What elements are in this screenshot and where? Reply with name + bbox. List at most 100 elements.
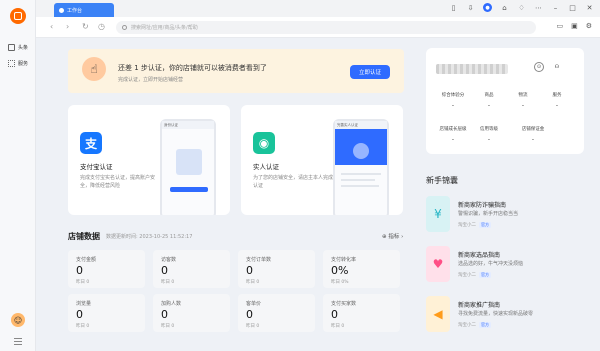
newspaper-icon bbox=[8, 44, 15, 51]
guide-item-title: 新商家选品指南 bbox=[458, 252, 501, 259]
sidebar-item-services[interactable]: 服务 bbox=[8, 60, 28, 67]
tab-workbench[interactable]: 工作台 bbox=[54, 3, 114, 17]
address-actions: ▭ ▣ ⚙ bbox=[556, 22, 592, 30]
guide-item-desc: 警惕识骗，新手开店稳当当 bbox=[458, 211, 519, 217]
refresh-icon[interactable]: ↻ bbox=[82, 22, 89, 31]
score-value: - bbox=[451, 102, 455, 109]
stat-compare: 昨日 0% bbox=[331, 280, 349, 285]
score-value: - bbox=[555, 102, 559, 109]
stat-compare: 昨日 0 bbox=[331, 324, 345, 329]
stat-card[interactable]: 访客数 0 昨日 0 bbox=[153, 250, 230, 288]
card-title: 支付宝认证 bbox=[80, 163, 113, 171]
user-icon[interactable]: ● bbox=[483, 3, 492, 12]
download-icon[interactable]: ⇩ bbox=[466, 3, 475, 12]
guide-item[interactable]: ¥ 新商家防诈骗指南 警惕识骗，新手开店稳当当 淘宝小二 官方 bbox=[426, 196, 584, 238]
stat-card[interactable]: 支付转化率 0% 昨日 0% bbox=[323, 250, 400, 288]
settings-icon[interactable]: ⚙ bbox=[586, 22, 592, 30]
more-icon[interactable]: ⋯ bbox=[534, 3, 543, 12]
stat-card[interactable]: 支付金额 0 昨日 0 bbox=[68, 250, 145, 288]
customer-service-icon[interactable]: ☊ bbox=[552, 62, 562, 72]
verify-now-button[interactable]: 立即认证 bbox=[350, 65, 390, 79]
sidebar-item-label: 头条 bbox=[18, 45, 29, 51]
guide-item-desc: 选品选的好，牛气冲天没烦恼 bbox=[458, 261, 524, 267]
tab-label: 工作台 bbox=[67, 7, 83, 14]
score-label: 综合体验分 bbox=[441, 93, 465, 98]
guide-item[interactable]: ♥ 新商家选品指南 选品选的好，牛气冲天没烦恼 淘宝小二 官方 bbox=[426, 246, 584, 288]
score-label: 店铺成长层级 bbox=[439, 127, 467, 132]
history-icon[interactable]: ◷ bbox=[98, 22, 105, 31]
shield-icon: ¥ bbox=[426, 196, 450, 232]
stat-value: 0 bbox=[331, 308, 338, 321]
maximize-icon[interactable]: □ bbox=[568, 3, 577, 12]
guide-item-desc: 寻找免费流量，快速实现新品破零 bbox=[458, 311, 534, 317]
score-label: 物流 bbox=[518, 93, 528, 98]
guide-item-title: 新商家推广指南 bbox=[458, 302, 501, 309]
sidebar-item-news[interactable]: 头条 bbox=[8, 44, 28, 51]
person-verify-card[interactable]: ◉ 实人认证 为了您的店铺安全，请店主本人完成认证 完善实人认证 bbox=[241, 105, 403, 215]
card-desc: 为了您的店铺安全，请店主本人完成认证 bbox=[253, 175, 334, 189]
window-icon[interactable]: ▣ bbox=[571, 22, 578, 30]
guide-item[interactable]: ◀ 新商家推广指南 寻找免费流量，快速实现新品破零 淘宝小二 官方 bbox=[426, 296, 584, 338]
score-value: - bbox=[451, 136, 455, 143]
stat-compare: 昨日 0 bbox=[161, 324, 175, 329]
search-placeholder: 搜索网址/应用/商品/头条/帮助 bbox=[131, 25, 198, 31]
stat-label: 客单价 bbox=[246, 301, 262, 307]
search-icon bbox=[122, 25, 127, 30]
minimize-icon[interactable]: – bbox=[551, 3, 560, 12]
stat-label: 加购人数 bbox=[161, 301, 182, 307]
store-data-title: 店铺数据 bbox=[68, 232, 100, 241]
shirt-icon[interactable]: ♢ bbox=[517, 3, 526, 12]
official-badge: 官方 bbox=[479, 222, 491, 228]
stat-card[interactable]: 客单价 0 昨日 0 bbox=[238, 294, 315, 332]
app-logo-icon[interactable] bbox=[10, 8, 26, 24]
card-desc: 完成支付宝实名认证，提高账户安全，降低经营风险 bbox=[80, 175, 156, 189]
banner-subtitle: 完成认证，立即开始店铺经营 bbox=[118, 77, 184, 83]
stat-card[interactable]: 支付订单数 0 昨日 0 bbox=[238, 250, 315, 288]
stat-compare: 昨日 0 bbox=[76, 280, 90, 285]
cart-icon[interactable]: ⌂ bbox=[500, 3, 509, 12]
official-badge: 官方 bbox=[479, 322, 491, 328]
sidebar: 头条 服务 ☺ bbox=[0, 0, 36, 351]
phone-preview: 身份认证 bbox=[160, 119, 216, 215]
guide-title: 新手锦囊 bbox=[426, 176, 458, 185]
alipay-verify-card[interactable]: 支 支付宝认证 完成支付宝实名认证，提高账户安全，降低经营风险 身份认证 bbox=[68, 105, 230, 215]
folder-icon[interactable]: ▭ bbox=[556, 22, 563, 30]
megaphone-icon: ◀ bbox=[426, 296, 450, 332]
stat-value: 0 bbox=[161, 264, 168, 277]
search-input[interactable]: 搜索网址/应用/商品/头条/帮助 bbox=[116, 21, 536, 34]
message-icon[interactable]: ⊙ bbox=[534, 62, 544, 72]
stat-card[interactable]: 加购人数 0 昨日 0 bbox=[153, 294, 230, 332]
home-icon bbox=[59, 7, 64, 13]
forward-icon[interactable]: › bbox=[66, 22, 69, 31]
score-value: - bbox=[521, 102, 525, 109]
guide-item-source: 淘宝小二 官方 bbox=[458, 222, 491, 228]
stat-label: 支付转化率 bbox=[331, 257, 357, 263]
phone-upload-button bbox=[170, 187, 208, 192]
stat-compare: 昨日 0 bbox=[161, 280, 175, 285]
guide-item-title: 新商家防诈骗指南 bbox=[458, 202, 507, 209]
phone-title: 完善实人认证 bbox=[335, 121, 387, 129]
close-icon[interactable]: ✕ bbox=[585, 3, 594, 12]
stat-value: 0 bbox=[246, 308, 253, 321]
stat-value: 0 bbox=[76, 264, 83, 277]
score-label: 商品 bbox=[484, 93, 494, 98]
score-value: - bbox=[531, 136, 535, 143]
stat-card[interactable]: 浏览量 0 昨日 0 bbox=[68, 294, 145, 332]
phone-title: 身份认证 bbox=[162, 121, 214, 129]
address-bar: ‹ › ↻ ◷ 搜索网址/应用/商品/头条/帮助 ▭ ▣ ⚙ bbox=[36, 17, 600, 38]
phone-icon[interactable]: ▯ bbox=[449, 3, 458, 12]
menu-icon[interactable] bbox=[14, 338, 22, 347]
banner-title: 还差 1 步认证，你的店铺就可以被消费者看到了 bbox=[118, 64, 267, 72]
avatar[interactable]: ☺ bbox=[11, 313, 25, 327]
stat-card[interactable]: 支付买家数 0 昨日 0 bbox=[323, 294, 400, 332]
guide-item-source: 淘宝小二 官方 bbox=[458, 272, 491, 278]
verify-banner: ☝ 还差 1 步认证，你的店铺就可以被消费者看到了 完成认证，立即开始店铺经营 … bbox=[68, 49, 404, 93]
score-value: - bbox=[487, 102, 491, 109]
official-badge: 官方 bbox=[479, 272, 491, 278]
stat-compare: 昨日 0 bbox=[76, 324, 90, 329]
back-icon[interactable]: ‹ bbox=[50, 22, 53, 31]
stat-value: 0 bbox=[161, 308, 168, 321]
person-verify-icon: ◉ bbox=[253, 132, 275, 154]
metrics-link[interactable]: ⊕ 指标 › bbox=[382, 232, 403, 240]
sidebar-item-label: 服务 bbox=[18, 61, 29, 67]
